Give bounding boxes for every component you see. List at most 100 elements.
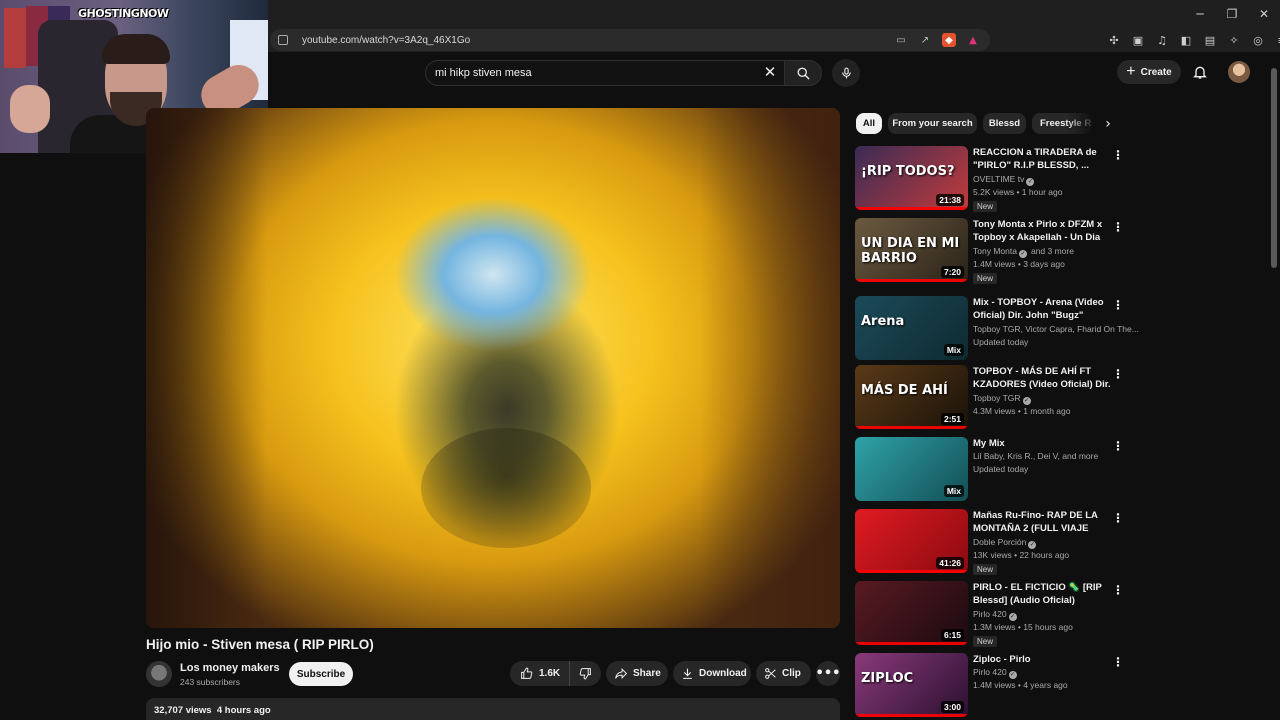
restore-button[interactable]: ❐ bbox=[1216, 0, 1248, 28]
more-vertical-icon[interactable]: ⋮ bbox=[1112, 219, 1124, 235]
channel-line[interactable]: OVELTIME tv ✓ bbox=[973, 174, 1035, 186]
recommendation-card[interactable]: ¡RIP TODOS? 21:38 REACCION a TIRADERA de "… bbox=[855, 146, 1135, 212]
recommendation-channel[interactable]: Topboy TGR, Victor Capra, Fharid On The.… bbox=[973, 324, 1139, 334]
video-thumbnail[interactable]: UN DIA EN MI BARRIO 7:20 bbox=[855, 218, 968, 282]
dislike-button[interactable] bbox=[570, 661, 601, 686]
page-scrollbar[interactable] bbox=[1270, 58, 1278, 720]
scrollbar-thumb[interactable] bbox=[1271, 68, 1277, 268]
more-vertical-icon[interactable]: ⋮ bbox=[1112, 438, 1124, 454]
leo-ai-icon[interactable]: ✧ bbox=[1226, 32, 1242, 48]
site-info-icon[interactable] bbox=[278, 35, 288, 45]
notifications-button[interactable] bbox=[1190, 62, 1210, 82]
view-count: 32,707 views bbox=[154, 705, 212, 716]
thumbnail-text: Arena bbox=[861, 314, 905, 329]
chip-from-your-search[interactable]: From your search bbox=[888, 113, 977, 134]
video-thumbnail[interactable]: 41:26 bbox=[855, 509, 968, 573]
chip-blessd[interactable]: Blessd bbox=[983, 113, 1026, 134]
account-avatar[interactable] bbox=[1228, 61, 1250, 83]
brave-shields-icon[interactable]: ◆ bbox=[942, 33, 956, 47]
subscribe-button[interactable]: Subscribe bbox=[289, 662, 353, 686]
media-controls-icon[interactable]: ♫ bbox=[1154, 32, 1170, 48]
recommendation-card[interactable]: MÁS DE AHÍ 2:51 TOPBOY - MÁS DE AHÍ FT KZA… bbox=[855, 365, 1135, 431]
channel-line[interactable]: Tony Monta ✓ and 3 more bbox=[973, 246, 1074, 258]
recommendation-channel[interactable]: Tony Monta bbox=[973, 246, 1017, 256]
view-stats: 4.3M views • 1 month ago bbox=[973, 406, 1071, 416]
more-vertical-icon[interactable]: ⋮ bbox=[1112, 297, 1124, 313]
clip-button[interactable]: Clip bbox=[756, 661, 811, 686]
recommendation-title[interactable]: Ziploc - Pirlo bbox=[973, 653, 1111, 666]
close-window-button[interactable]: ✕ bbox=[1248, 0, 1280, 28]
recommendation-card[interactable]: Mix My Mix Lil Baby, Kris R., Dei V, and m… bbox=[855, 437, 1135, 503]
recommendation-card[interactable]: ZIPLOC 3:00 Ziploc - Pirlo Pirlo 420 ✓ 1.4M v… bbox=[855, 653, 1135, 719]
more-vertical-icon[interactable]: ⋮ bbox=[1112, 582, 1124, 598]
menu-icon[interactable]: ≡ bbox=[1274, 32, 1280, 48]
download-button[interactable]: Download bbox=[673, 661, 751, 686]
share-page-icon[interactable]: ↗ bbox=[918, 33, 932, 47]
plus-icon: + bbox=[1126, 63, 1136, 80]
recommendation-title[interactable]: PIRLO - EL FICTICIO 🦠 [RIP Blessd] (Audi… bbox=[973, 581, 1111, 607]
recommendation-card[interactable]: 41:26 Mañas Ru-Fino- RAP DE LA MONTAÑA 2 … bbox=[855, 509, 1135, 575]
vpn-icon[interactable]: ◎ bbox=[1250, 32, 1266, 48]
chip-all[interactable]: All bbox=[856, 113, 882, 134]
channel-line[interactable]: Doble Porción ✓ bbox=[973, 537, 1037, 549]
more-vertical-icon[interactable]: ⋮ bbox=[1112, 510, 1124, 526]
recommendation-title[interactable]: Mix - TOPBOY - Arena (Video Oficial) Dir… bbox=[973, 296, 1111, 322]
video-thumbnail[interactable]: ¡RIP TODOS? 21:38 bbox=[855, 146, 968, 210]
recommendation-channel[interactable]: OVELTIME tv bbox=[973, 174, 1024, 184]
minimize-button[interactable]: ─ bbox=[1184, 0, 1216, 28]
reading-list-icon[interactable]: ▣ bbox=[1130, 32, 1146, 48]
video-thumbnail[interactable]: Mix bbox=[855, 437, 968, 501]
recommendation-channel[interactable]: Topboy TGR bbox=[973, 393, 1021, 403]
more-vertical-icon[interactable]: ⋮ bbox=[1112, 366, 1124, 382]
chevron-right-icon[interactable]: › bbox=[1097, 113, 1119, 135]
verified-check-icon: ✓ bbox=[1022, 397, 1031, 405]
like-dislike-group: 1.6K bbox=[510, 661, 601, 686]
channel-line[interactable]: Topboy TGR ✓ bbox=[973, 393, 1031, 405]
description-box[interactable]: 32,707 views 4 hours ago bbox=[146, 698, 840, 720]
recommendation-title[interactable]: My Mix bbox=[973, 437, 1111, 450]
sidebar-icon[interactable]: ◧ bbox=[1178, 32, 1194, 48]
search-query[interactable]: mi hikp stiven mesa bbox=[435, 67, 532, 79]
voice-search-button[interactable] bbox=[832, 59, 860, 87]
video-title: Hijo mio - Stiven mesa ( RIP PIRLO) bbox=[146, 637, 374, 652]
channel-avatar[interactable] bbox=[146, 661, 172, 687]
clear-search-icon[interactable]: ✕ bbox=[759, 61, 781, 83]
more-vertical-icon[interactable]: ⋮ bbox=[1112, 654, 1124, 670]
recommendation-card[interactable]: Arena Mix Mix - TOPBOY - Arena (Video Ofic… bbox=[855, 296, 1139, 362]
video-player[interactable] bbox=[146, 108, 840, 628]
video-thumbnail[interactable]: ZIPLOC 3:00 bbox=[855, 653, 968, 717]
create-button[interactable]: + Create bbox=[1117, 60, 1181, 84]
channel-line[interactable]: Topboy TGR, Victor Capra, Fharid On The.… bbox=[973, 324, 1139, 334]
recommendation-channel[interactable]: Pirlo 420 bbox=[973, 609, 1007, 619]
channel-line[interactable]: Lil Baby, Kris R., Dei V, and more bbox=[973, 451, 1098, 461]
extensions-icon[interactable]: ✣ bbox=[1106, 32, 1122, 48]
video-thumbnail[interactable]: MÁS DE AHÍ 2:51 bbox=[855, 365, 968, 429]
recommendation-channel[interactable]: Lil Baby, Kris R., Dei V, and more bbox=[973, 451, 1098, 461]
channel-name[interactable]: Los money makers bbox=[180, 662, 280, 674]
recommendation-channel[interactable]: Doble Porción bbox=[973, 537, 1026, 547]
video-thumbnail[interactable]: Arena Mix bbox=[855, 296, 968, 360]
channel-line[interactable]: Pirlo 420 ✓ bbox=[973, 667, 1017, 679]
mix-badge: Mix bbox=[943, 344, 964, 356]
search-button[interactable] bbox=[784, 60, 822, 86]
recommendation-card[interactable]: 6:15 PIRLO - EL FICTICIO 🦠 [RIP Blessd] (… bbox=[855, 581, 1135, 647]
search-input[interactable]: mi hikp stiven mesa bbox=[425, 60, 785, 86]
recommendation-title[interactable]: Mañas Ru-Fino- RAP DE LA MONTAÑA 2 (FULL… bbox=[973, 509, 1111, 535]
url-text[interactable]: youtube.com/watch?v=3A2q_46X1Go bbox=[302, 35, 470, 46]
microphone-icon bbox=[841, 67, 851, 79]
recommendation-card[interactable]: UN DIA EN MI BARRIO 7:20 Tony Monta x Pirl… bbox=[855, 218, 1135, 284]
recommendation-channel[interactable]: Pirlo 420 bbox=[973, 667, 1007, 677]
wallet-icon[interactable]: ▤ bbox=[1202, 32, 1218, 48]
install-app-icon[interactable]: ▭ bbox=[894, 33, 908, 47]
channel-line[interactable]: Pirlo 420 ✓ bbox=[973, 609, 1017, 621]
more-actions-button[interactable]: ••• bbox=[816, 661, 840, 686]
brave-rewards-icon[interactable]: ▲ bbox=[966, 33, 980, 47]
address-bar[interactable]: youtube.com/watch?v=3A2q_46X1Go ▭ ↗ ◆ ▲ bbox=[270, 29, 990, 51]
like-button[interactable]: 1.6K bbox=[510, 661, 570, 686]
share-button[interactable]: Share bbox=[606, 661, 668, 686]
recommendation-title[interactable]: TOPBOY - MÁS DE AHÍ FT KZADORES (Video O… bbox=[973, 365, 1111, 391]
recommendation-title[interactable]: Tony Monta x Pirlo x DFZM x Topboy x Aka… bbox=[973, 218, 1111, 244]
more-vertical-icon[interactable]: ⋮ bbox=[1112, 147, 1124, 163]
video-thumbnail[interactable]: 6:15 bbox=[855, 581, 968, 645]
recommendation-title[interactable]: REACCION a TIRADERA de "PIRLO" R.I.P BLE… bbox=[973, 146, 1111, 172]
